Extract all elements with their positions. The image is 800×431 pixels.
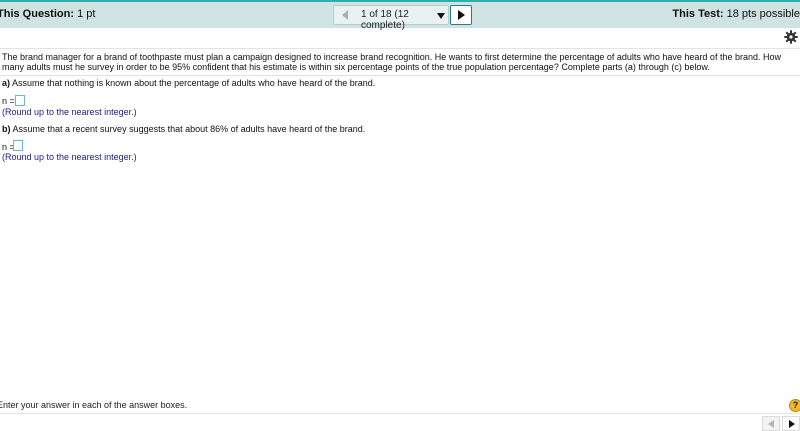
- part-a-text: Assume that nothing is known about the p…: [12, 78, 376, 88]
- footer-next-button[interactable]: [782, 416, 800, 431]
- question-selector[interactable]: 1 of 18 (12 complete): [333, 5, 449, 31]
- test-points-value: 18 pts possible: [726, 8, 800, 20]
- triangle-right-icon: [789, 420, 795, 428]
- question-points-label: This Question:: [0, 8, 74, 20]
- question-header: This Question: 1 pt 1 of 18 (12 complete…: [0, 0, 800, 31]
- footer-previous-button[interactable]: [762, 416, 780, 431]
- test-points: This Test: 18 pts possible: [672, 8, 800, 20]
- instruction-text: Enter your answer in each of the answer …: [0, 400, 188, 410]
- next-arrow-icon: [458, 10, 465, 20]
- part-b-answer-input[interactable]: [13, 140, 23, 151]
- part-a-letter: a): [2, 78, 11, 88]
- problem-statement: The brand manager for a brand of toothpa…: [2, 52, 781, 72]
- next-question-button[interactable]: [450, 5, 472, 25]
- part-a-prompt: a) Assume that nothing is known about th…: [2, 78, 375, 88]
- question-points: This Question: 1 pt: [0, 8, 95, 20]
- part-b-prompt: b) Assume that a recent survey suggests …: [2, 124, 365, 134]
- part-a-hint: (Round up to the nearest integer.): [2, 107, 137, 117]
- part-a-answer-input[interactable]: [15, 95, 25, 106]
- footer-divider: [0, 413, 800, 414]
- gear-icon[interactable]: [784, 30, 798, 44]
- part-a-answer-label: n =: [2, 96, 15, 106]
- help-icon[interactable]: ?: [789, 399, 800, 412]
- test-points-label: This Test:: [672, 8, 724, 20]
- question-points-value: 1 pt: [77, 8, 96, 20]
- part-b-hint: (Round up to the nearest integer.): [2, 152, 137, 162]
- part-b-letter: b): [2, 124, 11, 134]
- question-select-value[interactable]: 1 of 18 (12 complete): [361, 9, 448, 31]
- problem-divider: [0, 75, 800, 76]
- part-b-text: Assume that a recent survey suggests tha…: [12, 124, 366, 134]
- previous-question-icon[interactable]: [342, 10, 348, 20]
- dropdown-arrow-icon[interactable]: [437, 13, 445, 19]
- header-divider: [0, 48, 800, 49]
- triangle-left-icon: [768, 420, 774, 428]
